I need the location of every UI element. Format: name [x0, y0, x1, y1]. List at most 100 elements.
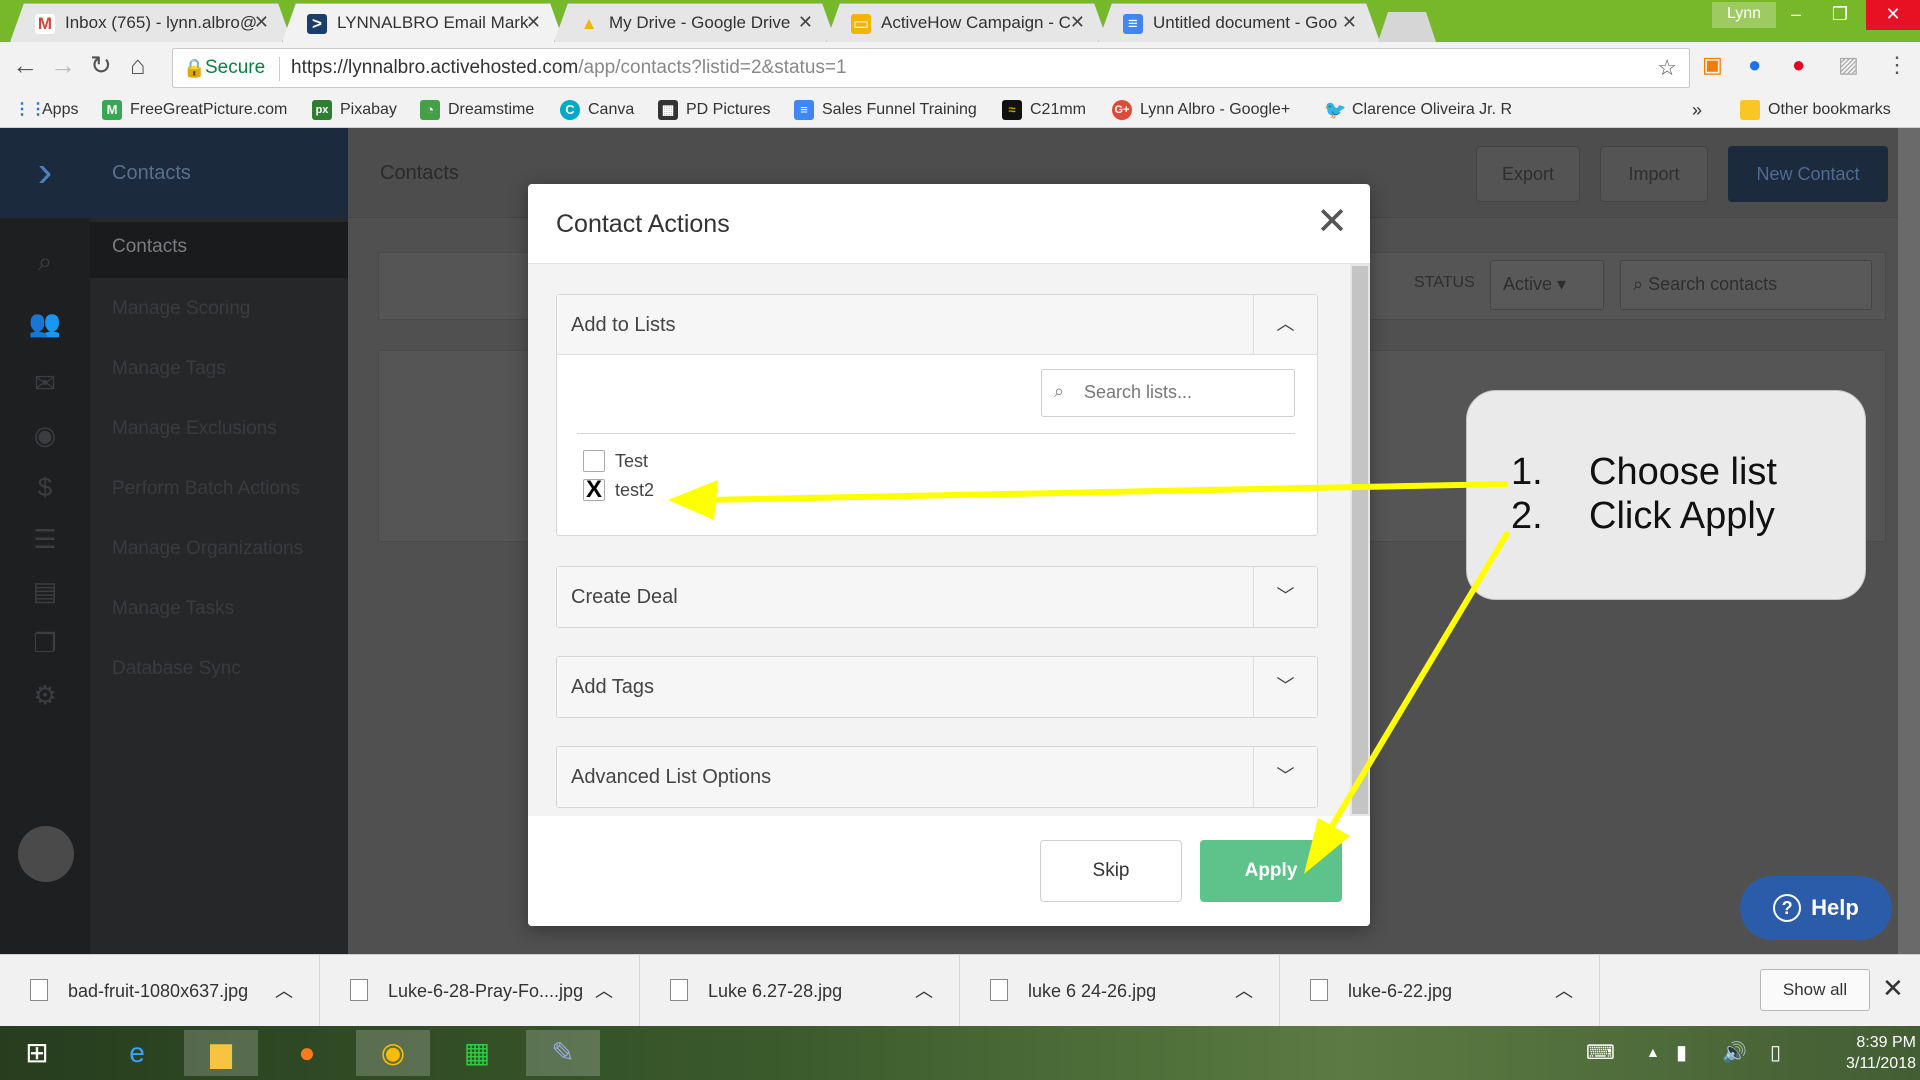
reload-icon[interactable]: ↻ — [90, 50, 112, 81]
skip-button[interactable]: Skip — [1040, 840, 1182, 902]
new-contact-button[interactable]: New Contact — [1728, 146, 1888, 202]
close-icon[interactable]: ✕ — [1316, 200, 1348, 244]
download-item[interactable]: Luke-6-28-Pray-Fo....jpg ︿ — [320, 955, 640, 1027]
list-icon[interactable]: ☰ — [0, 524, 90, 555]
advanced-list-options-header[interactable]: Advanced List Options ﹀ — [557, 747, 1317, 807]
add-to-lists-header[interactable]: Add to Lists ︿ — [557, 295, 1317, 355]
chevron-down-icon[interactable]: ﹀ — [1253, 747, 1317, 807]
tab-google-drive[interactable]: ▲ My Drive - Google Drive ✕ — [554, 3, 836, 42]
subnav-item-batch-actions[interactable]: Perform Batch Actions — [112, 478, 300, 500]
avatar[interactable] — [18, 826, 74, 882]
add-tags-section[interactable]: Add Tags ﹀ — [556, 656, 1318, 718]
download-item[interactable]: luke-6-22.jpg ︿ — [1280, 955, 1600, 1027]
extension-blue-icon[interactable]: ● — [1748, 52, 1761, 78]
store-icon[interactable]: ▦ — [440, 1030, 514, 1076]
chrome-icon[interactable]: ◉ — [356, 1030, 430, 1076]
file-explorer-icon[interactable]: ▆ — [184, 1030, 258, 1076]
subnav-item-manage-organizations[interactable]: Manage Organizations — [112, 538, 303, 560]
close-tab-icon[interactable]: ✕ — [1342, 12, 1357, 33]
caret-up-icon[interactable]: ︿ — [275, 977, 293, 1003]
profile-button[interactable]: Lynn — [1712, 2, 1776, 28]
tab-activecampaign[interactable]: > LYNNALBRO Email Mark ✕ — [282, 3, 564, 42]
close-tab-icon[interactable]: ✕ — [1070, 12, 1085, 33]
bookmark-dreamstime[interactable]: ◔ Dreamstime — [420, 100, 534, 120]
contacts-icon[interactable]: 👥 — [0, 308, 90, 339]
close-downloads-icon[interactable]: ✕ — [1882, 973, 1904, 1004]
bookmark-pixabay[interactable]: px Pixabay — [312, 100, 397, 120]
network-icon[interactable]: ▮ — [1676, 1040, 1687, 1065]
close-tab-icon[interactable]: ✕ — [798, 12, 813, 33]
advanced-list-options-section[interactable]: Advanced List Options ﹀ — [556, 746, 1318, 808]
tab-google-docs[interactable]: ≡ Untitled document - Goo ✕ — [1098, 3, 1380, 42]
page-scrollbar[interactable] — [1898, 128, 1920, 954]
list-item[interactable]: X test2 — [583, 478, 654, 502]
bookmark-sales-funnel[interactable]: ≡ Sales Funnel Training — [794, 100, 977, 120]
list-checkbox[interactable] — [583, 450, 605, 472]
add-tags-header[interactable]: Add Tags ﹀ — [557, 657, 1317, 717]
search-contacts-input[interactable]: ⌕ Search contacts — [1620, 260, 1872, 310]
new-tab-button[interactable] — [1378, 12, 1436, 42]
activecampaign-logo-icon[interactable]: › — [0, 128, 90, 218]
subnav-item-manage-tasks[interactable]: Manage Tasks — [112, 598, 234, 620]
caret-up-icon[interactable]: ︿ — [595, 977, 613, 1003]
bookmark-pd-pictures[interactable]: ▦ PD Pictures — [658, 100, 770, 120]
download-item[interactable]: luke 6 24-26.jpg ︿ — [960, 955, 1280, 1027]
back-arrow-icon[interactable]: ← — [12, 50, 38, 81]
bookmark-c21mm[interactable]: ≈ C21mm — [1002, 100, 1086, 120]
subnav-item-contacts[interactable]: Contacts — [90, 222, 348, 278]
export-button[interactable]: Export — [1476, 146, 1580, 202]
forward-arrow-icon[interactable]: → — [50, 50, 76, 81]
address-bar[interactable]: 🔒 Secure https://lynnalbro.activehosted.… — [172, 48, 1690, 88]
other-bookmarks[interactable]: Other bookmarks — [1740, 100, 1891, 120]
search-lists-input[interactable]: ⌕ Search lists... — [1041, 369, 1295, 417]
battery-icon[interactable]: ▯ — [1770, 1040, 1781, 1065]
close-tab-icon[interactable]: ✕ — [526, 12, 541, 33]
gear-icon[interactable]: ⚙ — [0, 680, 90, 711]
extension-rss-icon[interactable]: ▣ — [1702, 52, 1723, 78]
chevron-down-icon[interactable]: ﹀ — [1253, 657, 1317, 717]
dollar-icon[interactable]: $ — [0, 472, 90, 503]
windows-start-icon[interactable]: ⊞ — [0, 1030, 74, 1076]
restore-icon[interactable]: ❐ — [1818, 0, 1862, 30]
scrollbar-thumb[interactable] — [1352, 266, 1368, 814]
download-item[interactable]: Luke 6.27-28.jpg ︿ — [640, 955, 960, 1027]
tray-expand-icon[interactable]: ▲ — [1646, 1044, 1660, 1060]
browser-menu-icon[interactable]: ⋮ — [1886, 52, 1908, 78]
volume-icon[interactable]: 🔊 — [1722, 1040, 1747, 1065]
subnav-item-manage-tags[interactable]: Manage Tags — [112, 358, 226, 380]
bookmark-apps[interactable]: ⋮⋮ Apps — [14, 100, 78, 120]
bookmark-star-icon[interactable]: ☆ — [1657, 55, 1677, 81]
tab-activehow[interactable]: ▭ ActiveHow Campaign - C ✕ — [826, 3, 1108, 42]
bookmark-freegreatpicture[interactable]: M FreeGreatPicture.com — [102, 100, 287, 120]
bookmark-twitter[interactable]: 🐦 Clarence Oliveira Jr. R — [1324, 100, 1512, 120]
mail-icon[interactable]: ✉ — [0, 368, 90, 399]
subnav-item-manage-exclusions[interactable]: Manage Exclusions — [112, 418, 277, 440]
help-button[interactable]: ? Help — [1740, 876, 1892, 940]
close-tab-icon[interactable]: ✕ — [254, 12, 269, 33]
minimize-icon[interactable]: – — [1774, 0, 1818, 30]
caret-up-icon[interactable]: ︿ — [915, 977, 933, 1003]
create-deal-header[interactable]: Create Deal ﹀ — [557, 567, 1317, 627]
pages-icon[interactable]: ❐ — [0, 628, 90, 659]
import-button[interactable]: Import — [1600, 146, 1708, 202]
more-bookmarks-button[interactable]: » — [1692, 100, 1702, 121]
modal-scrollbar[interactable] — [1350, 264, 1370, 816]
home-icon[interactable]: ⌂ — [130, 50, 146, 81]
tab-gmail[interactable]: M Inbox (765) - lynn.albro@ ✕ — [10, 3, 292, 42]
chevron-up-icon[interactable]: ︿ — [1253, 295, 1317, 355]
internet-explorer-icon[interactable]: e — [100, 1030, 174, 1076]
bookmark-canva[interactable]: C Canva — [560, 100, 634, 120]
firefox-icon[interactable]: ● — [270, 1030, 344, 1076]
create-deal-section[interactable]: Create Deal ﹀ — [556, 566, 1318, 628]
show-all-button[interactable]: Show all — [1760, 969, 1870, 1011]
status-select[interactable]: Active ▾ — [1490, 260, 1604, 310]
bookmark-google-plus[interactable]: G+ Lynn Albro - Google+ — [1112, 100, 1290, 120]
paint-icon[interactable]: ✎ — [526, 1030, 600, 1076]
apply-button[interactable]: Apply — [1200, 840, 1342, 902]
subnav-item-manage-scoring[interactable]: Manage Scoring — [112, 298, 250, 320]
list-item[interactable]: Test — [583, 450, 648, 472]
window-close-icon[interactable]: ✕ — [1866, 0, 1920, 30]
caret-up-icon[interactable]: ︿ — [1235, 977, 1253, 1003]
list-checkbox[interactable]: X — [583, 478, 605, 502]
download-item[interactable]: bad-fruit-1080x637.jpg ︿ — [0, 955, 320, 1027]
